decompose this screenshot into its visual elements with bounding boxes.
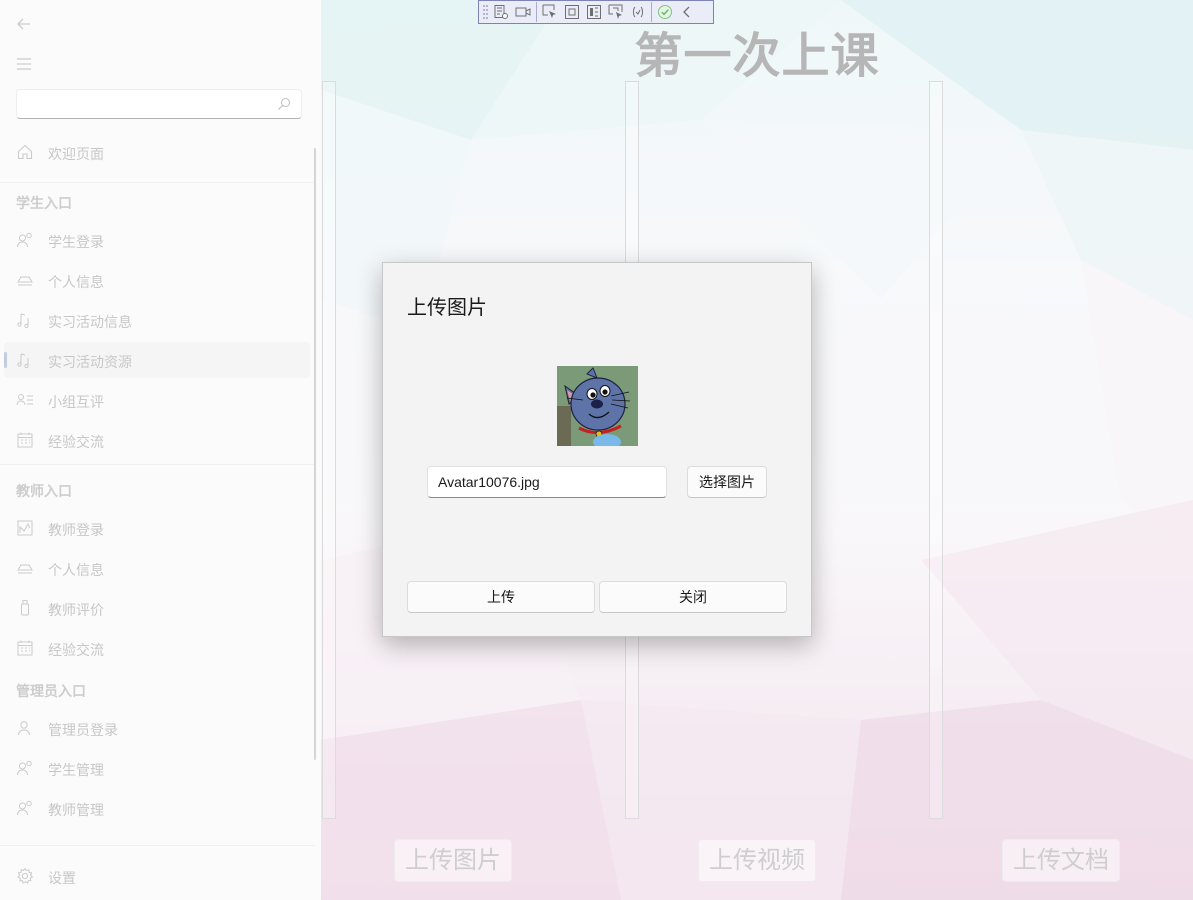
upload-button[interactable]: 上传 xyxy=(407,581,595,613)
close-button[interactable]: 关闭 xyxy=(599,581,787,613)
file-name-field[interactable]: Avatar10076.jpg xyxy=(427,466,667,498)
choose-image-button[interactable]: 选择图片 xyxy=(687,466,767,498)
dialog-title: 上传图片 xyxy=(407,297,487,319)
avatar-preview-image xyxy=(557,366,638,450)
upload-image-dialog: 上传图片 Avatar10076.jpg 选择图片 上传 关闭 xyxy=(382,262,812,637)
